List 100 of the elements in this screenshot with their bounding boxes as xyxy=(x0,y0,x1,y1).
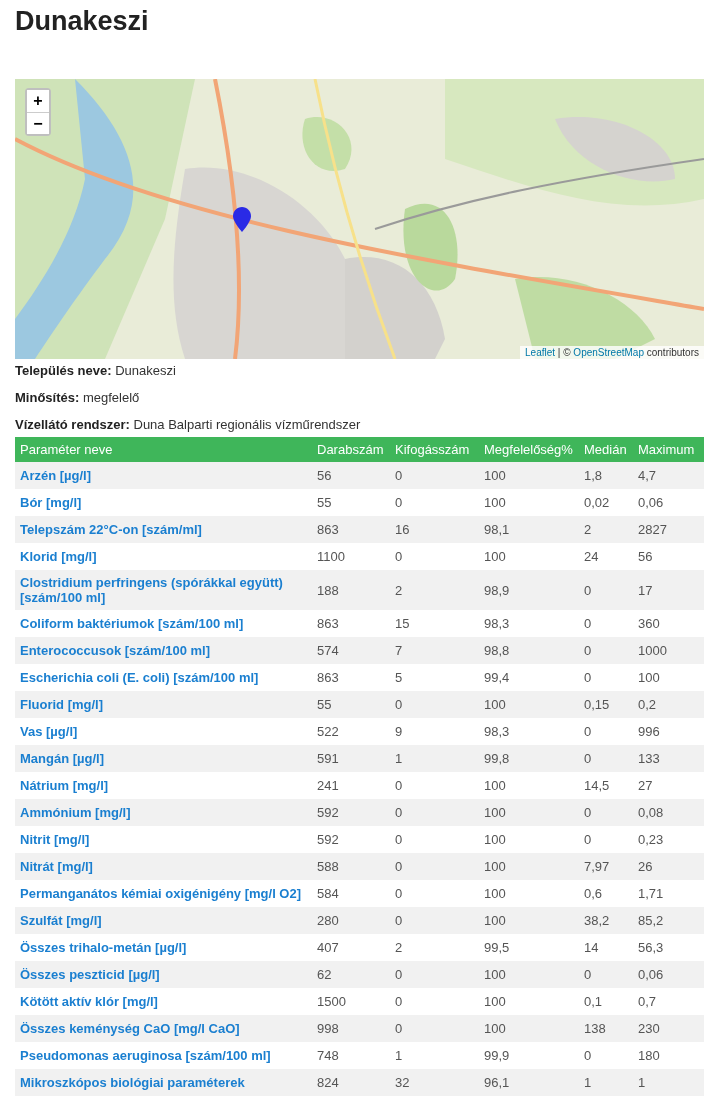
table-cell: 4,7 xyxy=(633,462,704,489)
parameter-link[interactable]: Nitrit [mg/l] xyxy=(20,832,307,847)
table-cell: 100 xyxy=(479,772,579,799)
table-cell: 85,2 xyxy=(633,907,704,934)
table-cell: 14,5 xyxy=(579,772,633,799)
table-cell: 1100 xyxy=(312,543,390,570)
table-cell: 55 xyxy=(312,489,390,516)
leaflet-link[interactable]: Leaflet xyxy=(525,347,556,358)
table-cell: 360 xyxy=(633,610,704,637)
table-cell: 1000 xyxy=(633,637,704,664)
table-cell: 38,2 xyxy=(579,907,633,934)
table-cell: 863 xyxy=(312,664,390,691)
parameter-link[interactable]: Összes trihalo-metán [µg/l] xyxy=(20,940,307,955)
info-line: Település neve: Dunakeszi xyxy=(15,362,177,380)
table-cell: 133 xyxy=(633,745,704,772)
table-cell: 0,1 xyxy=(579,988,633,1015)
parameter-link[interactable]: Nátrium [mg/l] xyxy=(20,778,307,793)
column-header: Medián xyxy=(579,437,633,462)
table-cell: 1500 xyxy=(312,988,390,1015)
map[interactable]: + − Leaflet | © OpenStreetMap contributors xyxy=(15,79,704,359)
table-cell: 522 xyxy=(312,718,390,745)
table-cell: 407 xyxy=(312,934,390,961)
table-cell: 24 xyxy=(579,543,633,570)
table-cell: 0 xyxy=(579,637,633,664)
parameter-link[interactable]: Kötött aktív klór [mg/l] xyxy=(20,994,307,1009)
map-marker-icon[interactable] xyxy=(233,207,251,232)
table-cell: 0 xyxy=(579,826,633,853)
table-cell: 0 xyxy=(390,1015,479,1042)
table-cell: 16 xyxy=(390,516,479,543)
parameter-link[interactable]: Permanganátos kémiai oxigénigény [mg/l O2] xyxy=(20,886,307,901)
openstreetmap-link[interactable]: OpenStreetMap xyxy=(573,347,644,358)
table-cell: 100 xyxy=(479,880,579,907)
table-cell: 100 xyxy=(479,988,579,1015)
column-header: Megfelelőség% xyxy=(479,437,579,462)
table-cell: 27 xyxy=(633,772,704,799)
table-cell: 56,3 xyxy=(633,934,704,961)
table-cell: 1 xyxy=(633,1069,704,1096)
table-cell: 7 xyxy=(390,637,479,664)
table-cell: 98,9 xyxy=(479,570,579,610)
table-cell: 100 xyxy=(479,462,579,489)
table-cell: 100 xyxy=(479,961,579,988)
table-cell: 0 xyxy=(579,610,633,637)
info-line: Vízellátó rendszer: Duna Balparti regionális vízműrendszer xyxy=(15,416,362,434)
parameter-link[interactable]: Klorid [mg/l] xyxy=(20,549,307,564)
table-cell: 56 xyxy=(633,543,704,570)
table-cell: 0 xyxy=(390,907,479,934)
table-cell: 0 xyxy=(579,799,633,826)
column-header: Kifogásszám xyxy=(390,437,479,462)
table-cell: 0 xyxy=(390,853,479,880)
table-cell: 0 xyxy=(390,799,479,826)
table-cell: 62 xyxy=(312,961,390,988)
table-cell: 0 xyxy=(390,961,479,988)
table-cell: 0 xyxy=(390,691,479,718)
info-line: Minősítés: megfelelő xyxy=(15,389,141,407)
parameter-link[interactable]: Escherichia coli (E. coli) [szám/100 ml] xyxy=(20,670,307,685)
table-cell: 98,3 xyxy=(479,718,579,745)
table-cell: 0,15 xyxy=(579,691,633,718)
table-cell: 1 xyxy=(390,745,479,772)
table-cell: 0 xyxy=(579,745,633,772)
table-cell: 0,6 xyxy=(579,880,633,907)
table-cell: 96,1 xyxy=(479,1069,579,1096)
table-cell: 2827 xyxy=(633,516,704,543)
table-cell: 0,7 xyxy=(633,988,704,1015)
table-cell: 9 xyxy=(390,718,479,745)
table-cell: 99,9 xyxy=(479,1042,579,1069)
table-cell: 99,5 xyxy=(479,934,579,961)
table-cell: 17 xyxy=(633,570,704,610)
table-cell: 592 xyxy=(312,826,390,853)
column-header: Paraméter neve xyxy=(15,437,312,462)
table-cell: 574 xyxy=(312,637,390,664)
table-cell: 2 xyxy=(390,934,479,961)
table-cell: 32 xyxy=(390,1069,479,1096)
table-cell: 100 xyxy=(479,1015,579,1042)
table-cell: 0 xyxy=(390,880,479,907)
table-cell: 100 xyxy=(479,799,579,826)
table-cell: 100 xyxy=(479,907,579,934)
table-cell: 138 xyxy=(579,1015,633,1042)
table-cell: 0 xyxy=(579,961,633,988)
table-cell: 0 xyxy=(579,664,633,691)
table-cell: 863 xyxy=(312,610,390,637)
table-cell: 99,4 xyxy=(479,664,579,691)
table-cell: 0 xyxy=(390,826,479,853)
table-cell: 15 xyxy=(390,610,479,637)
parameter-link[interactable]: Vas [µg/l] xyxy=(20,724,307,739)
table-cell: 591 xyxy=(312,745,390,772)
table-cell: 0 xyxy=(390,543,479,570)
table-cell: 14 xyxy=(579,934,633,961)
table-cell: 1,8 xyxy=(579,462,633,489)
table-cell: 1 xyxy=(390,1042,479,1069)
table-cell: 2 xyxy=(390,570,479,610)
zoom-out-button[interactable]: − xyxy=(27,112,49,134)
table-cell: 996 xyxy=(633,718,704,745)
parameter-link[interactable]: Coliform baktériumok [szám/100 ml] xyxy=(20,616,307,631)
page-title: Dunakeszi xyxy=(15,5,150,38)
parameter-link[interactable]: Pseudomonas aeruginosa [szám/100 ml] xyxy=(20,1048,307,1063)
table-cell: 55 xyxy=(312,691,390,718)
table-cell: 748 xyxy=(312,1042,390,1069)
parameter-link[interactable]: Bór [mg/l] xyxy=(20,495,307,510)
table-cell: 100 xyxy=(479,543,579,570)
table-cell: 0,06 xyxy=(633,961,704,988)
